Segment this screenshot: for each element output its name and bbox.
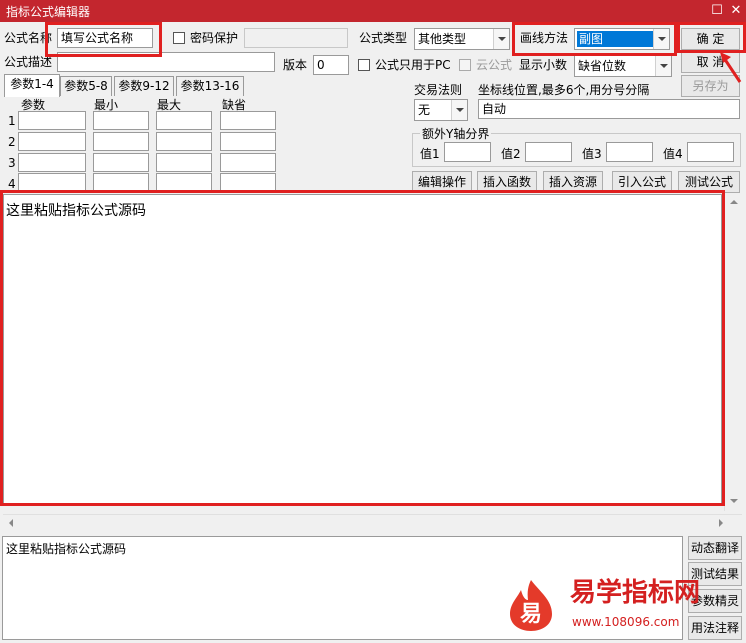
formula-name-input[interactable]: 填写公式名称: [57, 28, 153, 48]
watermark-logo-char: 易: [520, 602, 543, 627]
chevron-down-icon[interactable]: [653, 29, 669, 49]
axis-position-label: 坐标线位置,最多6个,用分号分隔: [478, 83, 650, 97]
param-default-input[interactable]: [220, 153, 276, 172]
param-name-input[interactable]: [18, 132, 86, 151]
tab-params-1-4[interactable]: 参数1-4: [4, 74, 60, 97]
usage-notes-button[interactable]: 用法注释: [688, 616, 742, 640]
param-default-input[interactable]: [220, 111, 276, 130]
tab-params-13-16[interactable]: 参数13-16: [176, 76, 244, 96]
param-row-label: 4: [8, 177, 16, 191]
watermark-logo-icon: 易: [506, 578, 556, 632]
cloud-checkbox[interactable]: [459, 59, 471, 71]
insert-function-button[interactable]: 插入函数: [477, 171, 537, 193]
tab-params-9-12[interactable]: 参数9-12: [114, 76, 174, 96]
y-value-1-input[interactable]: [444, 142, 491, 162]
param-default-input[interactable]: [220, 132, 276, 151]
y-value-2-input[interactable]: [525, 142, 572, 162]
param-max-input[interactable]: [156, 173, 212, 192]
password-checkbox[interactable]: [173, 32, 185, 44]
watermark-url: www.108096.com: [572, 615, 680, 629]
param-max-input[interactable]: [156, 132, 212, 151]
param-default-input[interactable]: [220, 173, 276, 192]
draw-method-label: 画线方法: [520, 31, 569, 45]
trade-rule-label: 交易法则: [414, 83, 463, 97]
watermark-brand: 易学指标网: [570, 578, 701, 608]
param-row-label: 3: [8, 156, 16, 170]
param-min-input[interactable]: [93, 132, 149, 151]
window-title: 指标公式编辑器: [6, 5, 91, 19]
trade-rule-value: 无: [418, 103, 431, 117]
pc-only-label: 公式只用于PC: [375, 58, 451, 72]
arrow-pointer-icon: [720, 52, 742, 83]
test-formula-button[interactable]: 测试公式: [678, 171, 740, 193]
editor-horizontal-scrollbar[interactable]: [3, 514, 742, 531]
decimals-label: 显示小数: [519, 58, 568, 72]
chevron-down-icon[interactable]: [655, 56, 671, 76]
y-axis-group-title: 额外Y轴分界: [420, 125, 492, 143]
scroll-right-icon[interactable]: [719, 519, 723, 527]
trade-rule-select[interactable]: 无: [414, 99, 468, 121]
pc-only-checkbox[interactable]: [358, 59, 370, 71]
param-row-label: 1: [8, 114, 16, 128]
y-value-label: 值2: [501, 147, 521, 161]
close-button[interactable]: ✕: [727, 2, 745, 20]
scroll-down-icon[interactable]: [730, 499, 738, 503]
y-value-3-input[interactable]: [606, 142, 653, 162]
formula-type-label: 公式类型: [359, 31, 408, 45]
password-input[interactable]: [244, 28, 348, 48]
param-row-label: 2: [8, 135, 16, 149]
y-value-4-input[interactable]: [687, 142, 734, 162]
param-name-input[interactable]: [18, 153, 86, 172]
tab-params-5-8[interactable]: 参数5-8: [60, 76, 112, 96]
decimals-value: 缺省位数: [578, 59, 627, 73]
formula-desc-input[interactable]: [57, 52, 275, 72]
y-value-label: 值3: [582, 147, 602, 161]
decimals-select[interactable]: 缺省位数: [574, 55, 672, 77]
param-min-input[interactable]: [93, 153, 149, 172]
param-name-input[interactable]: [18, 111, 86, 130]
param-min-input[interactable]: [93, 111, 149, 130]
param-max-input[interactable]: [156, 111, 212, 130]
edit-ops-button[interactable]: 编辑操作: [412, 171, 472, 193]
params-panel: 参数 最小 最大 缺省 1 2 3 4: [2, 96, 278, 192]
insert-resource-button[interactable]: 插入资源: [543, 171, 603, 193]
restore-button[interactable]: ☐: [708, 2, 726, 20]
formula-name-label: 公式名称: [4, 31, 53, 45]
formula-type-value: 其他类型: [418, 32, 467, 46]
import-formula-button[interactable]: 引入公式: [612, 171, 672, 193]
axis-position-input[interactable]: 自动: [478, 99, 740, 119]
scroll-up-icon[interactable]: [730, 200, 738, 204]
version-input[interactable]: 0: [313, 55, 349, 75]
y-value-label: 值1: [420, 147, 440, 161]
cloud-label: 云公式: [476, 58, 513, 72]
formula-desc-label: 公式描述: [4, 55, 53, 69]
formula-type-select[interactable]: 其他类型: [414, 28, 510, 50]
chevron-down-icon[interactable]: [493, 29, 509, 49]
title-bar: 指标公式编辑器 ☐ ✕: [0, 0, 746, 22]
param-name-input[interactable]: [18, 173, 86, 192]
ok-button[interactable]: 确 定: [681, 28, 740, 50]
formula-editor[interactable]: 这里粘贴指标公式源码: [3, 194, 722, 505]
scroll-left-icon[interactable]: [9, 519, 13, 527]
param-min-input[interactable]: [93, 173, 149, 192]
draw-method-value: 副图: [577, 31, 653, 47]
chevron-down-icon[interactable]: [451, 100, 467, 120]
draw-method-select[interactable]: 副图: [574, 28, 670, 50]
param-max-input[interactable]: [156, 153, 212, 172]
y-value-label: 值4: [663, 147, 683, 161]
password-label: 密码保护: [190, 31, 239, 45]
editor-vertical-scrollbar[interactable]: [724, 194, 742, 511]
version-label: 版本: [283, 58, 308, 72]
dynamic-translate-button[interactable]: 动态翻译: [688, 536, 742, 560]
